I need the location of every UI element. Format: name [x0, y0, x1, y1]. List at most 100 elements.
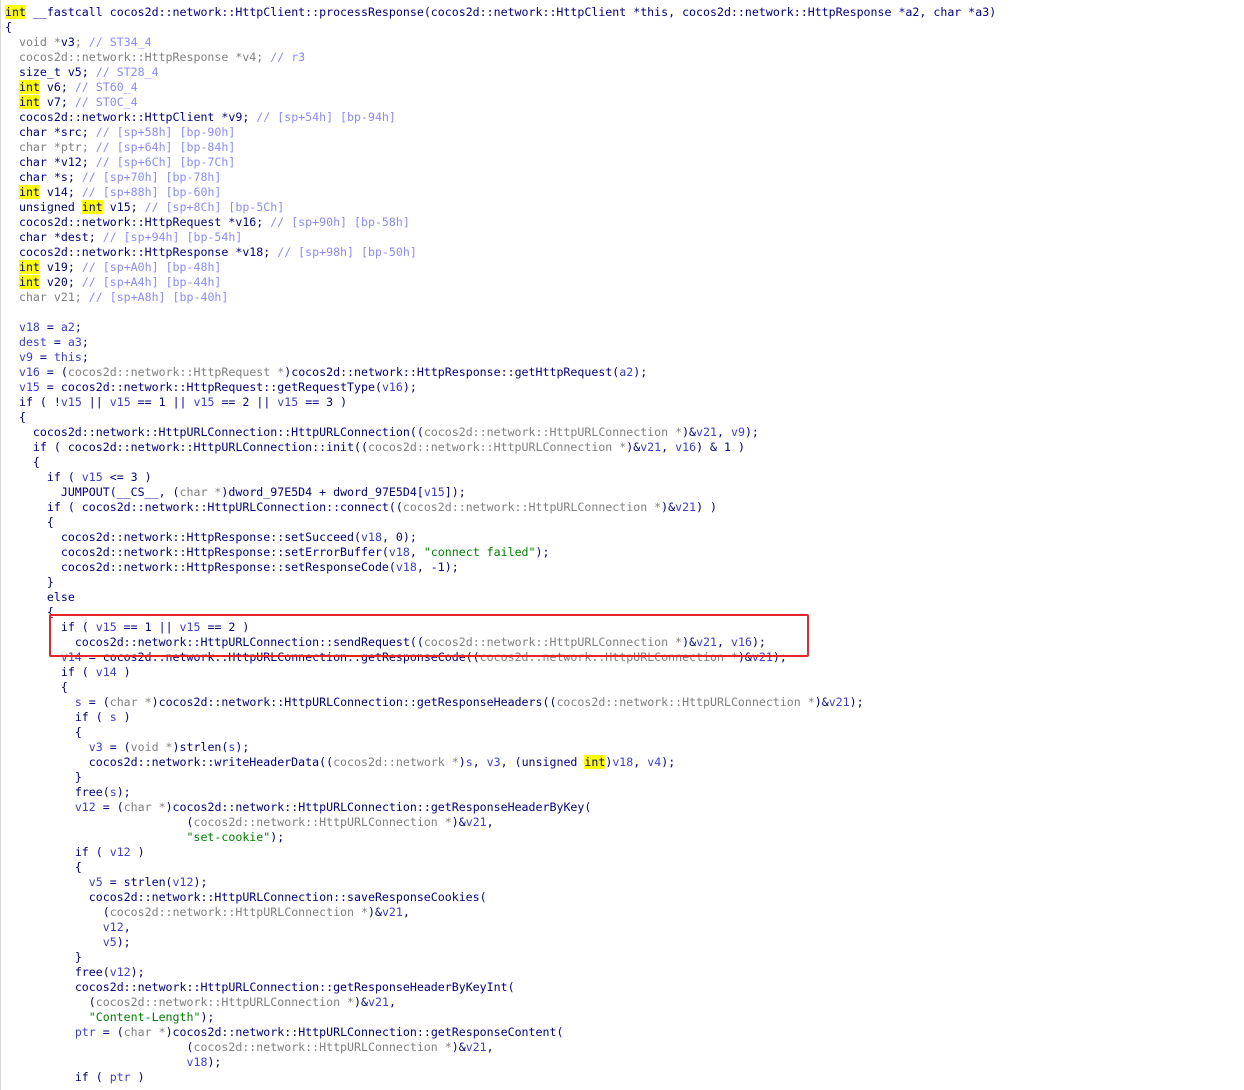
code-token[interactable]: v12: [75, 800, 96, 814]
code-token[interactable]: v12: [110, 845, 131, 859]
code-token[interactable]: v16: [19, 365, 40, 379]
code-line[interactable]: {: [5, 515, 996, 530]
code-line[interactable]: v5);: [5, 935, 996, 950]
code-line[interactable]: (cocos2d::network::HttpURLConnection *)&…: [5, 905, 996, 920]
code-token[interactable]: v21: [829, 695, 850, 709]
code-line[interactable]: cocos2d::network::HttpResponse::setSucce…: [5, 530, 996, 545]
code-line[interactable]: if ( v12 ): [5, 845, 996, 860]
code-token[interactable]: v21: [640, 440, 661, 454]
code-line[interactable]: v12,: [5, 920, 996, 935]
code-token[interactable]: v5: [89, 875, 103, 889]
code-line[interactable]: cocos2d::network::HttpResponse::setError…: [5, 545, 996, 560]
code-line[interactable]: int v7; // ST0C_4: [5, 95, 996, 110]
code-line[interactable]: cocos2d::network::HttpResponse::setRespo…: [5, 560, 996, 575]
code-token[interactable]: v18: [186, 1055, 207, 1069]
code-token[interactable]: v15: [110, 395, 131, 409]
code-line[interactable]: free(v12);: [5, 965, 996, 980]
code-line[interactable]: "set-cookie");: [5, 830, 996, 845]
code-line[interactable]: {: [5, 20, 996, 35]
code-line[interactable]: dest = a3;: [5, 335, 996, 350]
code-line[interactable]: cocos2d::network::HttpClient *v9; // [sp…: [5, 110, 996, 125]
code-line[interactable]: if ( v15 <= 3 ): [5, 470, 996, 485]
code-token[interactable]: v21: [696, 425, 717, 439]
code-line[interactable]: }: [5, 950, 996, 965]
code-line[interactable]: s = (char *)cocos2d::network::HttpURLCon…: [5, 695, 996, 710]
code-token[interactable]: v18: [612, 755, 633, 769]
code-token[interactable]: v4: [647, 755, 661, 769]
code-line[interactable]: int v20; // [sp+A4h] [bp-44h]: [5, 275, 996, 290]
code-line[interactable]: char *v12; // [sp+6Ch] [bp-7Ch]: [5, 155, 996, 170]
code-token[interactable]: v14: [96, 665, 117, 679]
code-line[interactable]: int v19; // [sp+A0h] [bp-48h]: [5, 260, 996, 275]
code-line[interactable]: v18 = a2;: [5, 320, 996, 335]
code-line[interactable]: free(s);: [5, 785, 996, 800]
code-line[interactable]: if ( v14 ): [5, 665, 996, 680]
code-line[interactable]: }: [5, 770, 996, 785]
code-token[interactable]: a2: [619, 365, 633, 379]
code-token[interactable]: v16: [382, 380, 403, 394]
code-token[interactable]: v21: [368, 995, 389, 1009]
code-token[interactable]: v18: [19, 320, 40, 334]
code-line[interactable]: char *ptr; // [sp+64h] [bp-84h]: [5, 140, 996, 155]
code-line[interactable]: char *dest; // [sp+94h] [bp-54h]: [5, 230, 996, 245]
pseudocode-view[interactable]: int __fastcall cocos2d::network::HttpCli…: [0, 0, 1244, 1090]
code-token[interactable]: v18: [361, 530, 382, 544]
code-line[interactable]: cocos2d::network::writeHeaderData((cocos…: [5, 755, 996, 770]
code-token[interactable]: v15: [61, 395, 82, 409]
code-line[interactable]: cocos2d::network::HttpResponse *v4; // r…: [5, 50, 996, 65]
code-line[interactable]: int __fastcall cocos2d::network::HttpCli…: [5, 5, 996, 20]
code-token[interactable]: ptr: [110, 1070, 131, 1084]
code-token[interactable]: v21: [466, 815, 487, 829]
code-token[interactable]: v9: [731, 425, 745, 439]
code-line[interactable]: if ( !v15 || v15 == 1 || v15 == 2 || v15…: [5, 395, 996, 410]
code-line[interactable]: char *s; // [sp+70h] [bp-78h]: [5, 170, 996, 185]
code-line[interactable]: cocos2d::network::HttpURLConnection::Htt…: [5, 425, 996, 440]
code-token[interactable]: v21: [382, 905, 403, 919]
code-token[interactable]: v18: [396, 560, 417, 574]
code-line[interactable]: {: [5, 410, 996, 425]
code-token[interactable]: s: [466, 755, 473, 769]
code-line[interactable]: }: [5, 575, 996, 590]
code-line[interactable]: char *src; // [sp+58h] [bp-90h]: [5, 125, 996, 140]
code-line[interactable]: (cocos2d::network::HttpURLConnection *)&…: [5, 1040, 996, 1055]
code-line[interactable]: if ( ptr ): [5, 1070, 996, 1085]
code-line[interactable]: v16 = (cocos2d::network::HttpRequest *)c…: [5, 365, 996, 380]
code-line[interactable]: ptr = (char *)cocos2d::network::HttpURLC…: [5, 1025, 996, 1040]
code-line[interactable]: v18);: [5, 1055, 996, 1070]
code-token[interactable]: s: [110, 785, 117, 799]
code-line[interactable]: v9 = this;: [5, 350, 996, 365]
code-line[interactable]: v15 = cocos2d::network::HttpRequest::get…: [5, 380, 996, 395]
code-token[interactable]: dest: [19, 335, 47, 349]
code-token[interactable]: v21: [466, 1040, 487, 1054]
code-line[interactable]: int v6; // ST60_4: [5, 80, 996, 95]
code-token[interactable]: a3: [68, 335, 82, 349]
code-token[interactable]: s: [75, 695, 82, 709]
code-line[interactable]: cocos2d::network::HttpURLConnection::get…: [5, 980, 996, 995]
code-token[interactable]: v12: [173, 875, 194, 889]
code-token[interactable]: s: [110, 710, 117, 724]
code-line[interactable]: cocos2d::network::HttpURLConnection::sav…: [5, 890, 996, 905]
code-token[interactable]: v9: [19, 350, 33, 364]
code-line[interactable]: if ( cocos2d::network::HttpURLConnection…: [5, 440, 996, 455]
code-token[interactable]: v15: [82, 470, 103, 484]
code-token[interactable]: v15: [194, 395, 215, 409]
code-token[interactable]: v21: [675, 500, 696, 514]
code-line[interactable]: size_t v5; // ST28_4: [5, 65, 996, 80]
code-line[interactable]: JUMPOUT(__CS__, (char *)dword_97E5D4 + d…: [5, 485, 996, 500]
code-line[interactable]: (cocos2d::network::HttpURLConnection *)&…: [5, 995, 996, 1010]
code-line[interactable]: if ( cocos2d::network::HttpURLConnection…: [5, 500, 996, 515]
code-token[interactable]: v15: [19, 380, 40, 394]
code-line[interactable]: void *v3; // ST34_4: [5, 35, 996, 50]
code-line[interactable]: cocos2d::network::HttpRequest *v16; // […: [5, 215, 996, 230]
code-line[interactable]: unsigned int v15; // [sp+8Ch] [bp-5Ch]: [5, 200, 996, 215]
code-token[interactable]: v3: [89, 740, 103, 754]
code-line[interactable]: v3 = (void *)strlen(s);: [5, 740, 996, 755]
code-token[interactable]: s: [228, 740, 235, 754]
code-line[interactable]: "Content-Length");: [5, 1010, 996, 1025]
code-line[interactable]: int v14; // [sp+88h] [bp-60h]: [5, 185, 996, 200]
code-token[interactable]: v15: [424, 485, 445, 499]
code-token[interactable]: v5: [103, 935, 117, 949]
code-token[interactable]: v18: [389, 545, 410, 559]
code-line[interactable]: {: [5, 455, 996, 470]
code-line[interactable]: [5, 305, 996, 320]
